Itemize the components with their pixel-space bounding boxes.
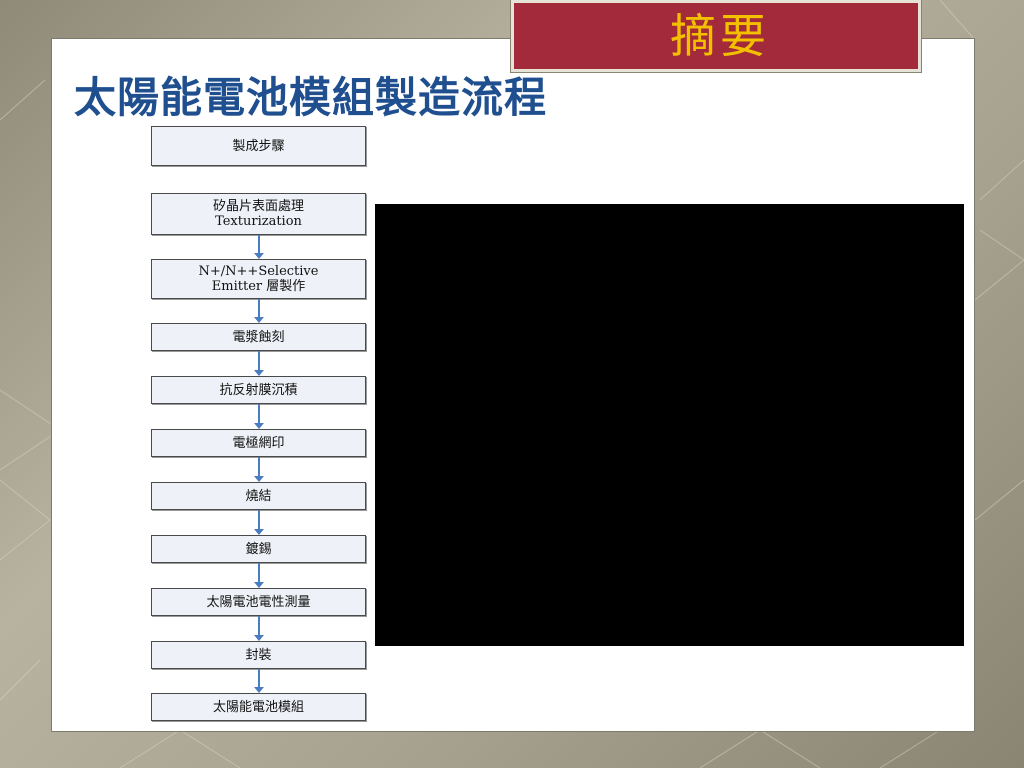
flow-step-label: 鍍錫	[245, 541, 272, 557]
flow-step: 矽晶片表面處理 Texturization	[151, 193, 366, 235]
flow-step: 抗反射膜沉積	[151, 376, 366, 404]
flow-step: 太陽能電池模組	[151, 693, 366, 721]
flow-step: 燒結	[151, 482, 366, 510]
flow-step-label: 製成步驟	[232, 138, 285, 154]
slide-title: 太陽能電池模組製造流程	[74, 73, 548, 122]
flow-step-label: 封裝	[245, 647, 272, 663]
flow-step-label: 太陽電池電性測量	[206, 594, 311, 610]
banner-label: 摘要	[670, 9, 770, 63]
flow-step-label: 抗反射膜沉積	[219, 382, 298, 398]
flow-step-label: 太陽能電池模組	[212, 699, 304, 715]
section-banner: 摘要	[511, 0, 921, 72]
flow-step: N+/N++Selective Emitter 層製作	[151, 259, 366, 299]
flow-step: 太陽電池電性測量	[151, 588, 366, 616]
flow-step-label: 電極網印	[232, 435, 285, 451]
flow-step-label: N+/N++Selective	[198, 264, 319, 279]
flow-step: 電極網印	[151, 429, 366, 457]
flow-step-sublabel: Texturization	[215, 214, 302, 229]
flow-step-label: 燒結	[245, 488, 272, 504]
flow-step: 鍍錫	[151, 535, 366, 563]
flow-step-label: 矽晶片表面處理	[212, 199, 304, 214]
video-placeholder[interactable]	[375, 204, 964, 646]
flow-step-sublabel: Emitter 層製作	[211, 279, 306, 294]
flow-step: 製成步驟	[151, 126, 366, 166]
flow-step-label: 電漿蝕刻	[232, 329, 285, 345]
flow-step: 電漿蝕刻	[151, 323, 366, 351]
flow-step: 封裝	[151, 641, 366, 669]
